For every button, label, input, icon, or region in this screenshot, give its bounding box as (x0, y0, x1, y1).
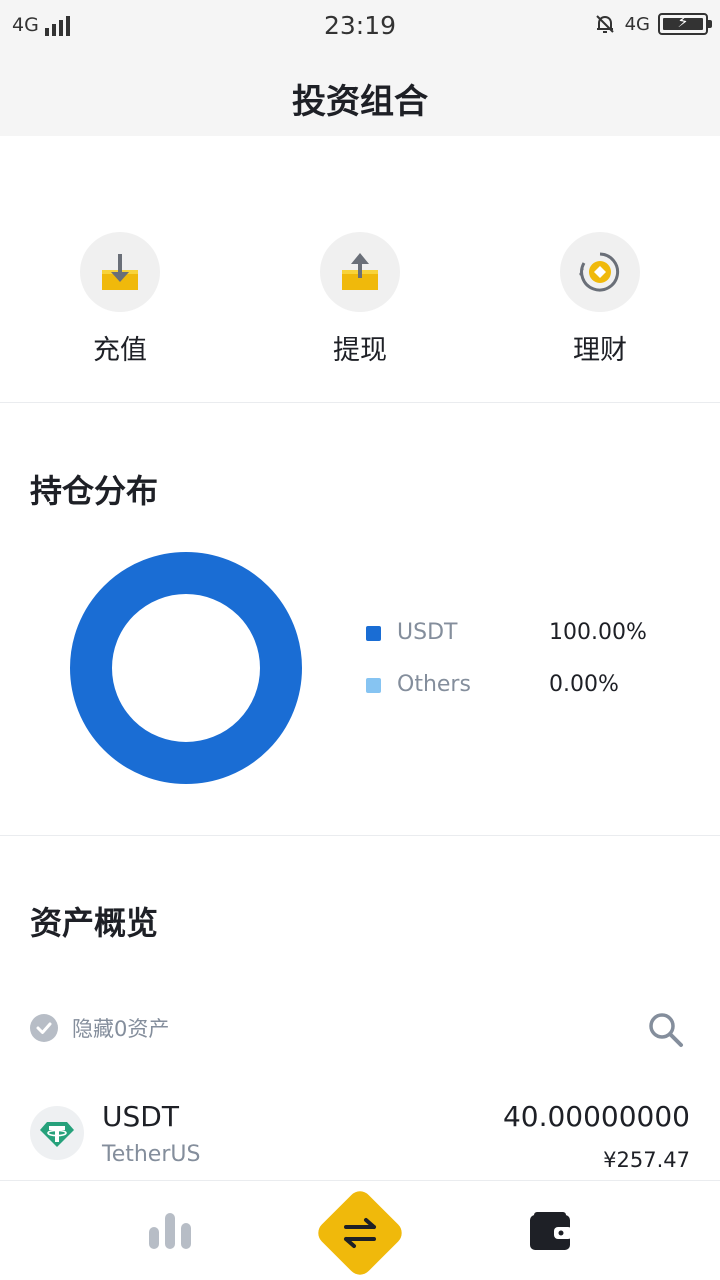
markets-icon (149, 1213, 191, 1249)
network-right-label: 4G (624, 13, 650, 35)
asset-row-usdt[interactable]: USDT TetherUS 40.00000000 ¥257.47 (0, 1098, 720, 1180)
legend-name: USDT (397, 620, 458, 645)
legend-item-others: Others 0.00% (366, 672, 666, 702)
earn-button[interactable]: 理财 (520, 232, 680, 367)
status-right: 4G ⚡ (593, 12, 712, 36)
trade-icon (318, 1191, 402, 1275)
divider (0, 835, 720, 836)
title-bar: 投资组合 (0, 52, 720, 136)
tab-trade[interactable] (300, 1181, 420, 1280)
usdt-coin-icon (30, 1106, 84, 1160)
divider (0, 402, 720, 403)
asset-name: TetherUS (102, 1142, 201, 1167)
withdraw-icon (320, 232, 400, 312)
bottom-tab-bar (0, 1180, 720, 1280)
deposit-button[interactable]: 充值 (40, 232, 200, 367)
legend-swatch-others (366, 678, 381, 693)
asset-fiat-value: ¥257.47 (603, 1148, 690, 1172)
legend-percent: 100.00% (549, 620, 647, 645)
mute-bell-icon (595, 15, 614, 33)
deposit-label: 充值 (93, 335, 147, 366)
distribution-donut (70, 552, 302, 784)
tab-markets[interactable] (110, 1181, 230, 1280)
hide-zero-label: 隐藏0资产 (72, 1017, 170, 1041)
legend-name: Others (397, 672, 471, 697)
withdraw-button[interactable]: 提现 (280, 232, 440, 367)
withdraw-label: 提现 (333, 335, 387, 366)
legend-swatch-usdt (366, 626, 381, 641)
battery-icon: ⚡ (658, 12, 712, 35)
deposit-icon (80, 232, 160, 312)
donut-slice-usdt (70, 552, 302, 784)
status-bar: 4G 23:19 4G ⚡ (0, 0, 720, 52)
overview-title: 资产概览 (30, 904, 159, 942)
quick-actions: 充值 提现 理财 (0, 232, 720, 372)
legend-percent: 0.00% (549, 672, 619, 697)
check-circle-icon (30, 1014, 58, 1042)
earn-icon (560, 232, 640, 312)
page-title: 投资组合 (292, 82, 428, 122)
asset-symbol: USDT (102, 1100, 179, 1133)
earn-label: 理财 (573, 335, 627, 366)
tab-wallet[interactable] (490, 1181, 610, 1280)
asset-amount: 40.00000000 (502, 1100, 690, 1133)
distribution-title: 持仓分布 (30, 472, 159, 510)
search-icon[interactable] (646, 1010, 686, 1050)
legend-item-usdt: USDT 100.00% (366, 620, 666, 650)
hide-zero-toggle[interactable]: 隐藏0资产 (30, 1012, 169, 1044)
wallet-icon (530, 1212, 572, 1250)
